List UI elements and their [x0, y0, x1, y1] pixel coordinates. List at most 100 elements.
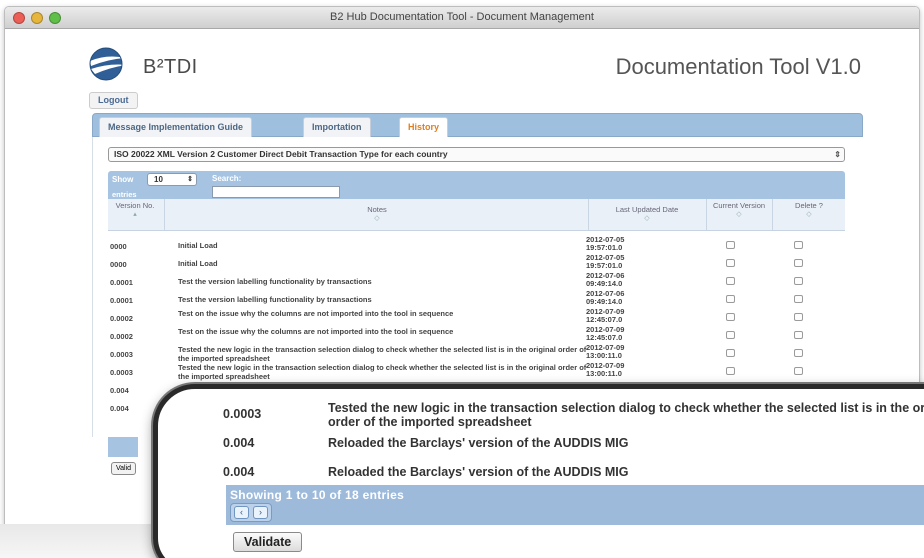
sort-icon: ◇	[374, 215, 380, 222]
row-date: 2012-07-06 09:49:14.0	[586, 289, 625, 306]
current-version-checkbox[interactable]	[726, 331, 735, 339]
zoom-callout: 0.0003 Tested the new logic in the trans…	[153, 384, 924, 558]
entries-label: entries	[112, 190, 137, 199]
row-notes: Initial Load	[178, 241, 218, 250]
table-row: 0.0003 Tested the new logic in the trans…	[108, 361, 845, 381]
delete-checkbox[interactable]	[794, 241, 803, 249]
delete-checkbox[interactable]	[794, 313, 803, 321]
tab-bar: Message Implementation Guide Importation…	[92, 113, 863, 138]
sort-icon: ◇	[736, 211, 742, 218]
screen: B2 Hub Documentation Tool - Document Man…	[0, 0, 924, 558]
column-divider	[164, 199, 165, 230]
zoomed-row-version: 0.0003	[223, 407, 262, 421]
current-version-checkbox[interactable]	[726, 259, 735, 267]
tab-message-implementation-guide[interactable]: Message Implementation Guide	[99, 117, 253, 138]
row-version: 0.0002	[110, 332, 133, 341]
page-length-select[interactable]: 10 ⇕	[147, 173, 197, 186]
current-version-checkbox[interactable]	[726, 313, 735, 321]
column-divider	[588, 199, 589, 230]
delete-checkbox[interactable]	[794, 277, 803, 285]
current-version-checkbox[interactable]	[726, 241, 735, 249]
table-row: 0000 Initial Load 2012-07-05 19:57:01.0	[108, 253, 845, 273]
column-version-label: Version No.	[115, 201, 155, 210]
row-version: 0.0003	[110, 368, 133, 377]
show-label: Show	[112, 175, 134, 184]
row-notes: Test on the issue why the columns are no…	[178, 327, 454, 336]
app-title: Documentation Tool V1.0	[615, 54, 861, 79]
window-title: B2 Hub Documentation Tool - Document Man…	[330, 11, 594, 23]
table-row: 0.0003 Tested the new logic in the trans…	[108, 343, 845, 363]
table-row: 0.0001 Test the version labelling functi…	[108, 271, 845, 291]
chevron-left-icon[interactable]: ‹	[234, 506, 249, 519]
column-divider	[706, 199, 707, 230]
title-bar: B2 Hub Documentation Tool - Document Man…	[5, 7, 919, 29]
chevron-right-icon[interactable]: ›	[253, 506, 268, 519]
column-last-updated[interactable]: Last Updated Date ◇	[592, 205, 702, 223]
current-version-checkbox[interactable]	[726, 277, 735, 285]
current-version-checkbox[interactable]	[726, 349, 735, 357]
table-row: 0.0002 Test on the issue why the columns…	[108, 325, 845, 345]
pagination-controls: ‹ ›	[230, 503, 272, 522]
delete-checkbox[interactable]	[794, 259, 803, 267]
row-date: 2012-07-09 12:45:07.0	[586, 325, 625, 342]
sort-icon: ◇	[644, 215, 650, 222]
search-input[interactable]	[212, 186, 340, 198]
column-notes-label: Notes	[367, 205, 387, 214]
row-version: 0.004	[110, 404, 129, 413]
column-current-label: Current Version	[712, 201, 766, 210]
search-label: Search:	[212, 174, 242, 183]
delete-checkbox[interactable]	[794, 331, 803, 339]
tab-history[interactable]: History	[399, 117, 449, 138]
column-version[interactable]: Version No. ▴	[110, 201, 160, 219]
validate-button[interactable]: Validate	[233, 532, 303, 552]
table-row: 0000 Initial Load 2012-07-05 19:57:01.0	[108, 235, 845, 255]
table-row: 0.0001 Test the version labelling functi…	[108, 289, 845, 309]
row-date: 2012-07-06 09:49:14.0	[586, 271, 625, 288]
current-version-checkbox[interactable]	[726, 295, 735, 303]
column-notes[interactable]: Notes ◇	[168, 205, 586, 223]
column-divider	[772, 199, 773, 230]
table-footer-partial	[108, 437, 138, 457]
delete-checkbox[interactable]	[794, 295, 803, 303]
zoomed-row-version: 0.004	[223, 465, 255, 479]
row-notes: Test on the issue why the columns are no…	[178, 309, 454, 318]
select-arrows-icon: ⇕	[834, 150, 841, 159]
transaction-type-select[interactable]: ISO 20022 XML Version 2 Customer Direct …	[108, 147, 845, 162]
pagination-info: Showing 1 to 10 of 18 entries	[230, 488, 405, 502]
table-header: Version No. ▴ Notes ◇ Last Updated Date …	[108, 199, 845, 231]
row-notes: Tested the new logic in the transaction …	[178, 363, 587, 381]
row-date: 2012-07-09 13:00:11.0	[586, 361, 625, 378]
sort-icon: ▴	[133, 211, 137, 218]
row-date: 2012-07-05 19:57:01.0	[586, 235, 625, 252]
zoomed-row-version: 0.004	[223, 436, 255, 450]
column-current-version[interactable]: Current Version ◇	[710, 201, 768, 219]
row-notes: Test the version labelling functionality…	[178, 277, 372, 286]
row-version: 0000	[110, 242, 127, 251]
zoomed-row-notes: Reloaded the Barclays' version of the AU…	[328, 465, 629, 479]
row-version: 0.0002	[110, 314, 133, 323]
delete-checkbox[interactable]	[794, 367, 803, 375]
row-notes: Tested the new logic in the transaction …	[178, 345, 587, 363]
row-version: 0.0001	[110, 296, 133, 305]
row-version: 0.0001	[110, 278, 133, 287]
row-notes: Initial Load	[178, 259, 218, 268]
table-controls: Show 10 ⇕ entries Search:	[108, 171, 845, 199]
tab-importation[interactable]: Importation	[303, 117, 371, 138]
page-length-value: 10	[154, 175, 163, 184]
row-date: 2012-07-09 13:00:11.0	[586, 343, 625, 360]
row-date: 2012-07-05 19:57:01.0	[586, 253, 625, 270]
chevron-down-icon: ⇕	[187, 176, 193, 183]
table-row: 0.0002 Test on the issue why the columns…	[108, 308, 845, 327]
column-delete-label: Delete ?	[795, 201, 823, 210]
column-date-label: Last Updated Date	[615, 205, 679, 214]
table-footer: Showing 1 to 10 of 18 entries ‹ ›	[226, 485, 924, 525]
row-version: 0.004	[110, 386, 129, 395]
logout-button[interactable]: Logout	[89, 92, 138, 109]
current-version-checkbox[interactable]	[726, 367, 735, 375]
column-delete[interactable]: Delete ? ◇	[776, 201, 842, 219]
row-version: 0000	[110, 260, 127, 269]
delete-checkbox[interactable]	[794, 349, 803, 357]
transaction-type-value: ISO 20022 XML Version 2 Customer Direct …	[114, 149, 448, 159]
validate-button-partial[interactable]: Valid	[111, 462, 137, 475]
globe-swoosh-icon	[89, 47, 127, 81]
